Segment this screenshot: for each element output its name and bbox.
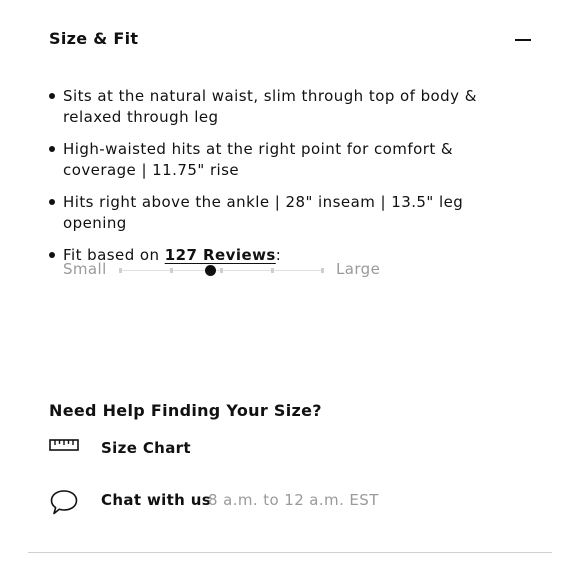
fit-scale-tick <box>321 268 324 273</box>
collapse-button[interactable] <box>510 26 534 54</box>
bullet-icon <box>49 199 55 205</box>
section-title: Size & Fit <box>49 29 139 48</box>
chat-with-us-link[interactable]: Chat with us 8 a.m. to 12 a.m. EST <box>49 488 389 515</box>
feature-text: High-waisted hits at the right point for… <box>63 140 454 179</box>
list-item: Sits at the natural waist, slim through … <box>49 86 529 128</box>
fit-scale: Small Large <box>63 259 393 281</box>
help-title: Need Help Finding Your Size? <box>49 401 322 420</box>
fit-feature-list: Sits at the natural waist, slim through … <box>49 86 529 277</box>
divider <box>28 552 552 553</box>
chat-label: Chat with us <box>101 491 212 509</box>
fit-scale-min-label: Small <box>63 260 107 278</box>
fit-scale-tick <box>119 268 122 273</box>
fit-scale-tick <box>220 268 223 273</box>
fit-scale-max-label: Large <box>336 260 381 278</box>
feature-text: Hits right above the ankle | 28" inseam … <box>63 193 464 232</box>
size-fit-header[interactable]: Size & Fit <box>49 26 534 54</box>
bullet-icon <box>49 252 55 258</box>
chat-hours: 8 a.m. to 12 a.m. EST <box>208 491 379 509</box>
fit-marker <box>205 265 217 276</box>
chat-bubble-icon <box>49 488 79 520</box>
bullet-icon <box>49 146 55 152</box>
feature-text: Sits at the natural waist, slim through … <box>63 87 477 126</box>
ruler-icon <box>49 436 79 460</box>
fit-scale-tick <box>270 268 274 273</box>
minus-icon <box>515 39 531 41</box>
size-chart-link[interactable]: Size Chart <box>49 436 249 462</box>
bullet-icon <box>49 93 55 99</box>
size-fit-panel: Size & Fit Sits at the natural waist, sl… <box>0 0 580 580</box>
size-chart-label: Size Chart <box>101 439 191 457</box>
fit-scale-tick <box>169 268 173 273</box>
list-item: Hits right above the ankle | 28" inseam … <box>49 192 529 234</box>
list-item: High-waisted hits at the right point for… <box>49 139 529 181</box>
